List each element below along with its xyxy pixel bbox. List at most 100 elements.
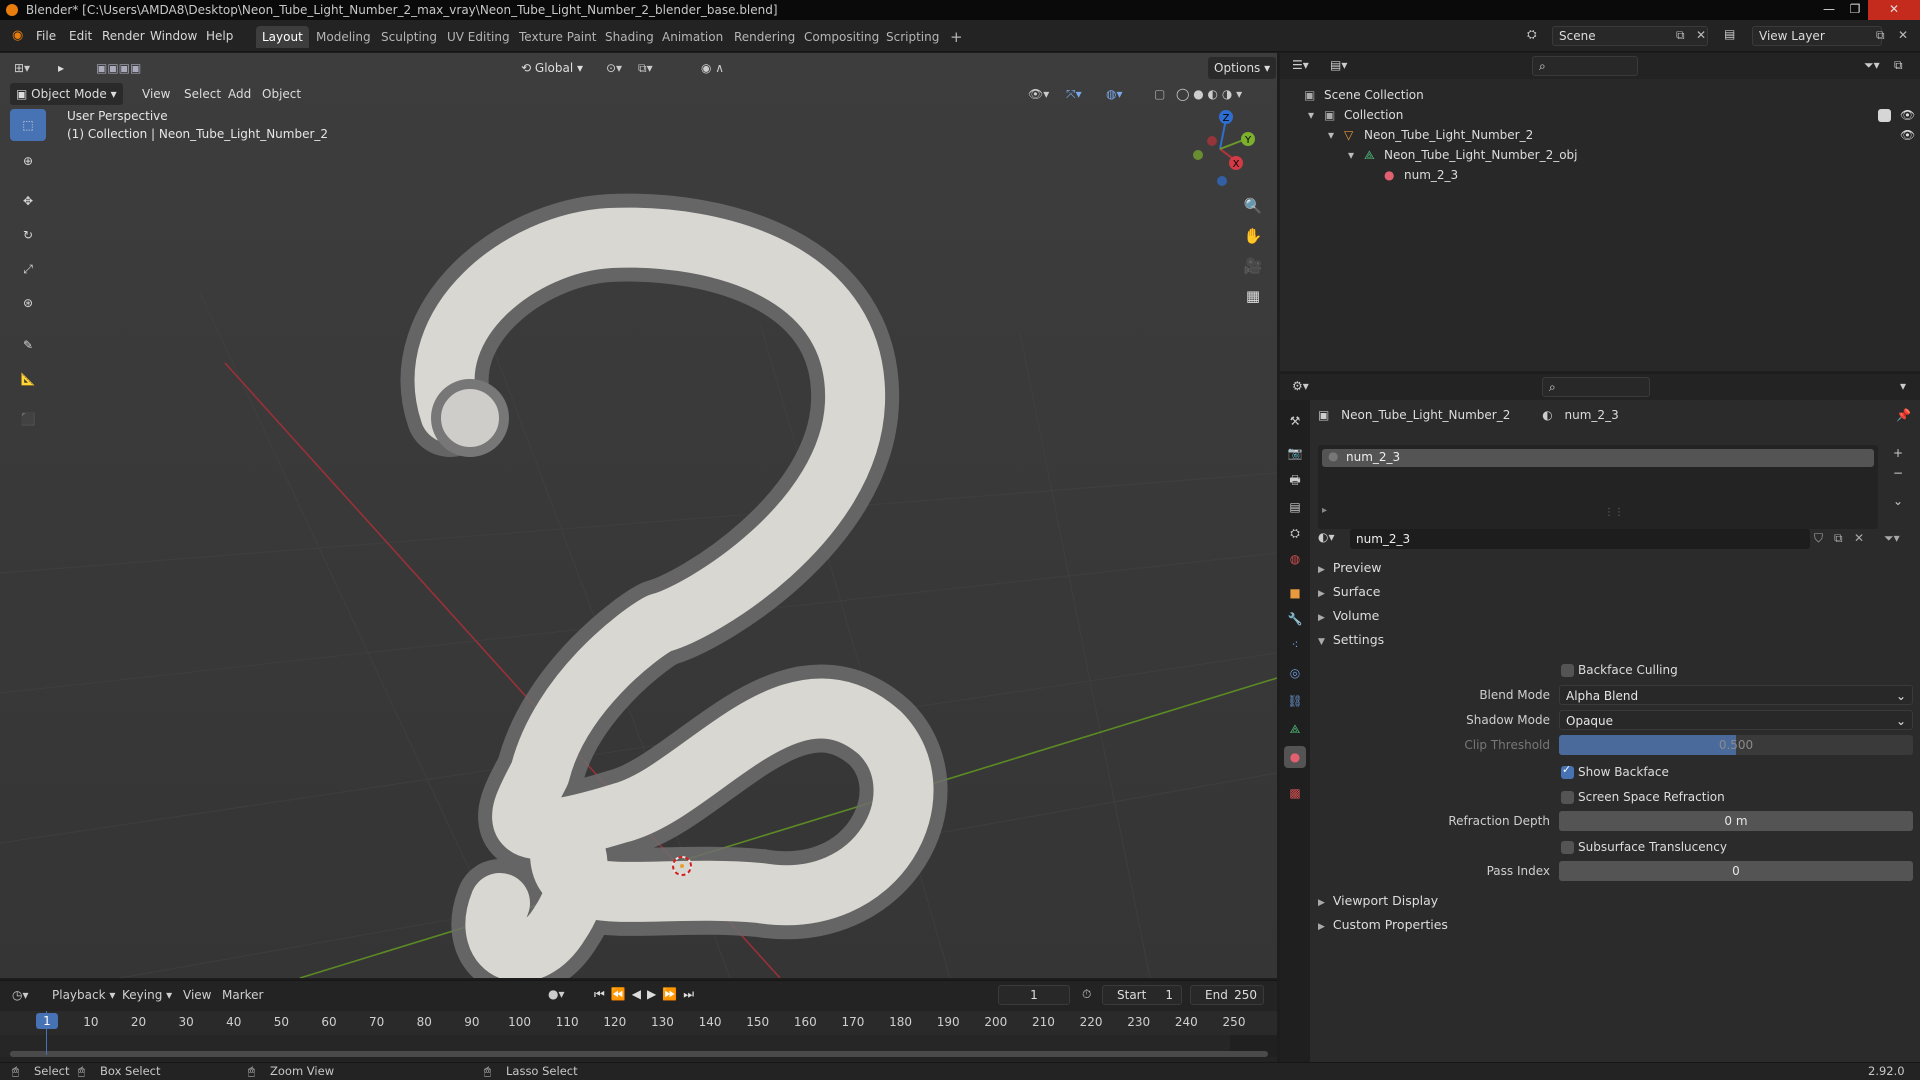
3d-viewport[interactable]: ⊞▾ ▸ ▣▣▣▣ ⟲ Global ▾ ⊙▾ ⧉▾ ◉ ∧ Options ▾… (0, 53, 1277, 978)
record-keyframe-icon[interactable]: ●▾ (548, 987, 565, 1001)
collection-include-checkbox[interactable] (1878, 109, 1891, 122)
material-browse-icon[interactable]: ◐▾ (1318, 530, 1335, 544)
blend-mode-dropdown[interactable]: Alpha Blend ⌄ (1559, 685, 1913, 705)
timeline-editor-type-icon[interactable]: ◷▾ (12, 988, 29, 1002)
gizmo-neg-z-axis[interactable] (1217, 176, 1227, 186)
menu-window[interactable]: Window (144, 27, 203, 45)
current-frame-field[interactable]: 1 (998, 985, 1070, 1005)
outliner-editor-type-icon[interactable]: ☰▾ (1292, 58, 1309, 72)
unlink-material-icon[interactable]: ✕ (1854, 531, 1864, 545)
view-layer-field[interactable]: View Layer (1752, 26, 1882, 46)
tab-texture-paint[interactable]: Texture Paint (513, 26, 602, 48)
expand-arrow-icon[interactable]: ▾ (1308, 105, 1314, 125)
minimize-button[interactable]: — (1816, 0, 1842, 20)
selection-modes-icon[interactable]: ▣▣▣▣ (90, 57, 147, 79)
close-button[interactable]: ✕ (1868, 0, 1920, 20)
viewport-menu-object[interactable]: Object (256, 83, 307, 105)
fake-user-icon[interactable]: ⛉ (1814, 531, 1823, 546)
expand-arrow-icon[interactable]: ▸ (1322, 505, 1327, 516)
viewport-menu-select[interactable]: Select (178, 83, 227, 105)
outliner-display-mode-icon[interactable]: ▤▾ (1330, 58, 1347, 72)
shadow-mode-dropdown[interactable]: Opaque ⌄ (1559, 710, 1913, 730)
tab-shading[interactable]: Shading (599, 26, 660, 48)
maximize-button[interactable]: ❐ (1842, 0, 1868, 20)
scale-tool-icon[interactable]: ⤢ (10, 253, 46, 285)
section-volume[interactable]: ▶ Volume (1318, 606, 1379, 626)
move-tool-icon[interactable]: ✥ (10, 185, 46, 217)
tab-layout[interactable]: Layout (256, 26, 309, 48)
properties-editor-type-icon[interactable]: ⚙▾ (1292, 379, 1309, 393)
outliner-search-input[interactable]: ⌕ (1532, 56, 1638, 76)
tool-tab-icon[interactable]: ⚒ (1284, 410, 1306, 432)
subsurface-translucency-checkbox[interactable] (1561, 841, 1574, 854)
material-name-field[interactable]: num_2_3 (1350, 529, 1810, 549)
outliner-row-collection[interactable]: ▾ ▣ Collection 👁 (1280, 105, 1920, 125)
properties-search-input[interactable]: ⌕ (1542, 377, 1650, 397)
section-settings[interactable]: ▼ Settings (1318, 630, 1384, 650)
remove-slot-button[interactable]: − (1893, 466, 1903, 480)
refraction-depth-field[interactable]: 0 m (1559, 811, 1913, 831)
jump-start-icon[interactable]: ⏮ (594, 987, 611, 1001)
gizmo-toggle-icon[interactable]: ⤧▾ (1060, 83, 1088, 105)
scene-tab-icon[interactable]: ⛭ (1284, 522, 1306, 544)
play-reverse-icon[interactable]: ◀ (632, 987, 647, 1001)
screen-space-refraction-checkbox[interactable] (1561, 791, 1574, 804)
select-box-tool-icon[interactable]: ⬚ (10, 109, 46, 141)
rotate-tool-icon[interactable]: ↻ (10, 219, 46, 251)
eye-icon[interactable]: 👁 (1900, 105, 1915, 125)
physics-tab-icon[interactable]: ◎ (1284, 662, 1306, 684)
measure-tool-icon[interactable]: 📐 (10, 363, 46, 395)
menu-help[interactable]: Help (200, 27, 239, 45)
backface-culling-checkbox[interactable] (1561, 664, 1574, 677)
new-view-layer-icon[interactable]: ⧉ (1876, 28, 1885, 43)
annotate-tool-icon[interactable]: ✎ (10, 329, 46, 361)
playhead-frame-badge[interactable]: 1 (36, 1013, 58, 1029)
timeline-menu-keying[interactable]: Keying ▾ (122, 988, 172, 1002)
timeline-scrollbar[interactable] (10, 1051, 1268, 1057)
gizmo-neg-y-axis[interactable] (1193, 150, 1203, 160)
texture-tab-icon[interactable]: ▩ (1284, 782, 1306, 804)
view-layer-icon[interactable]: ▤ (1724, 27, 1735, 41)
snapping-icon[interactable]: ⧉▾ (632, 57, 659, 79)
pivot-point-icon[interactable]: ⊙▾ (600, 57, 628, 79)
visibility-icon[interactable]: 👁▾ (1022, 83, 1055, 105)
cursor-tool-icon[interactable]: ⊕ (10, 145, 46, 177)
pan-hand-icon[interactable]: ✋ (1240, 223, 1266, 249)
scene-icon[interactable]: ⛭ (1527, 27, 1547, 45)
timeline-menu-view[interactable]: View (183, 988, 211, 1002)
new-scene-icon[interactable]: ⧉ (1676, 28, 1685, 43)
view-layer-tab-icon[interactable]: ▤ (1284, 496, 1306, 518)
xray-icon[interactable]: ▢ (1148, 83, 1171, 105)
zoom-icon[interactable]: 🔍 (1240, 193, 1266, 219)
pass-index-field[interactable]: 0 (1559, 861, 1913, 881)
outliner-row-material[interactable]: ● num_2_3 (1280, 165, 1920, 185)
perspective-toggle-icon[interactable]: ▦ (1240, 283, 1266, 309)
prev-keyframe-icon[interactable]: ⏪ (611, 987, 632, 1001)
add-workspace-button[interactable]: + (944, 26, 969, 48)
overlays-icon[interactable]: ◍▾ (1100, 83, 1129, 105)
outliner-row-scene-collection[interactable]: ▣ Scene Collection (1280, 85, 1920, 105)
select-mode-icon[interactable]: ▸ (54, 57, 76, 79)
menu-file[interactable]: File (30, 27, 62, 45)
tab-modeling[interactable]: Modeling (310, 26, 377, 48)
slot-specials-icon[interactable]: ⌄ (1893, 494, 1903, 508)
transform-tool-icon[interactable]: ⊛ (10, 287, 46, 319)
tab-scripting[interactable]: Scripting (880, 26, 945, 48)
transform-orientation-dropdown[interactable]: ⟲ Global ▾ (515, 57, 589, 79)
tab-uv-editing[interactable]: UV Editing (441, 26, 516, 48)
pin-icon[interactable]: 📌 (1896, 408, 1911, 422)
options-dropdown[interactable]: Options ▾ (1208, 57, 1277, 79)
resize-handle-icon[interactable]: ⋮⋮ (1604, 507, 1624, 518)
section-surface[interactable]: ▶ Surface (1318, 582, 1381, 602)
section-viewport-display[interactable]: ▶ Viewport Display (1318, 891, 1438, 911)
world-tab-icon[interactable]: ◍ (1284, 548, 1306, 570)
output-tab-icon[interactable]: 🖶 (1284, 470, 1306, 492)
object-mode-dropdown[interactable]: ▣ Object Mode ▾ (10, 83, 123, 105)
modifiers-tab-icon[interactable]: 🔧 (1284, 608, 1306, 630)
navigation-gizmo[interactable]: Z X Y (1180, 103, 1260, 193)
filter-icon[interactable]: ⏷▾ (1864, 58, 1880, 73)
show-backface-checkbox[interactable]: ✓ (1561, 763, 1574, 779)
proportional-editing-icon[interactable]: ◉ ∧ (695, 57, 730, 79)
add-slot-button[interactable]: + (1893, 446, 1903, 460)
node-filter-icon[interactable]: ⏷▾ (1884, 531, 1900, 546)
